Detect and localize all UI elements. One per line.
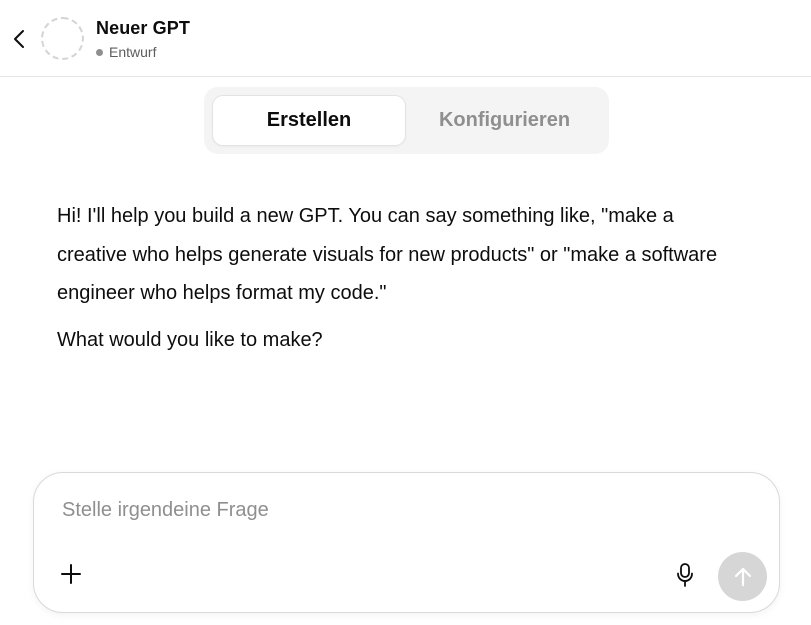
microphone-icon xyxy=(677,563,693,587)
chat-composer xyxy=(33,472,780,613)
chevron-left-icon xyxy=(14,30,24,48)
gpt-name: Neuer GPT xyxy=(96,18,190,38)
gpt-editor-header: Neuer GPT Entwurf xyxy=(0,0,811,77)
message-paragraph: Hi! I'll help you build a new GPT. You c… xyxy=(57,205,718,304)
tab-create[interactable]: Erstellen xyxy=(212,95,406,146)
message-paragraph: What would you like to make? xyxy=(57,328,323,351)
add-attachment-button[interactable] xyxy=(58,561,84,587)
send-button[interactable] xyxy=(718,552,767,601)
voice-input-button[interactable] xyxy=(672,561,698,589)
status-label: Entwurf xyxy=(109,44,157,60)
arrow-up-icon xyxy=(734,567,751,586)
plus-icon xyxy=(61,564,81,584)
back-button[interactable] xyxy=(8,26,30,52)
status-dot-icon xyxy=(96,48,103,56)
assistant-message: Hi! I'll help you build a new GPT. You c… xyxy=(57,197,747,359)
gpt-avatar-upload[interactable] xyxy=(41,17,84,60)
draft-status: Entwurf xyxy=(96,44,156,60)
tab-configure[interactable]: Konfigurieren xyxy=(408,95,601,146)
mode-tabs: Erstellen Konfigurieren xyxy=(204,87,609,154)
prompt-input[interactable] xyxy=(62,499,742,522)
